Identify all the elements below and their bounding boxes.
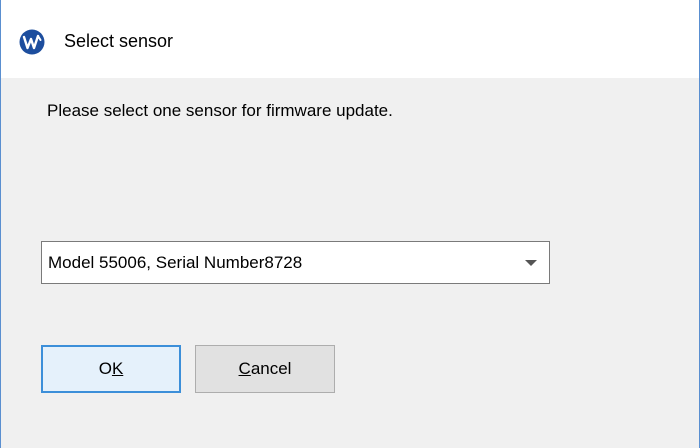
- instruction-text: Please select one sensor for firmware up…: [47, 101, 393, 120]
- sensor-select-value: Model 55006, Serial Number8728: [48, 253, 303, 272]
- select-sensor-dialog: Select sensor Please select one sensor f…: [0, 0, 700, 448]
- app-logo-icon: [19, 29, 45, 55]
- ok-button[interactable]: OK: [41, 345, 181, 393]
- ok-button-label: OK: [98, 359, 124, 378]
- window-title: Select sensor: [64, 31, 174, 51]
- sensor-select[interactable]: Model 55006, Serial Number8728: [41, 241, 550, 284]
- title-bar: Select sensor: [1, 0, 699, 78]
- cancel-button-label: Cancel: [238, 359, 292, 378]
- chevron-down-icon[interactable]: [525, 260, 537, 266]
- cancel-button[interactable]: Cancel: [195, 345, 335, 393]
